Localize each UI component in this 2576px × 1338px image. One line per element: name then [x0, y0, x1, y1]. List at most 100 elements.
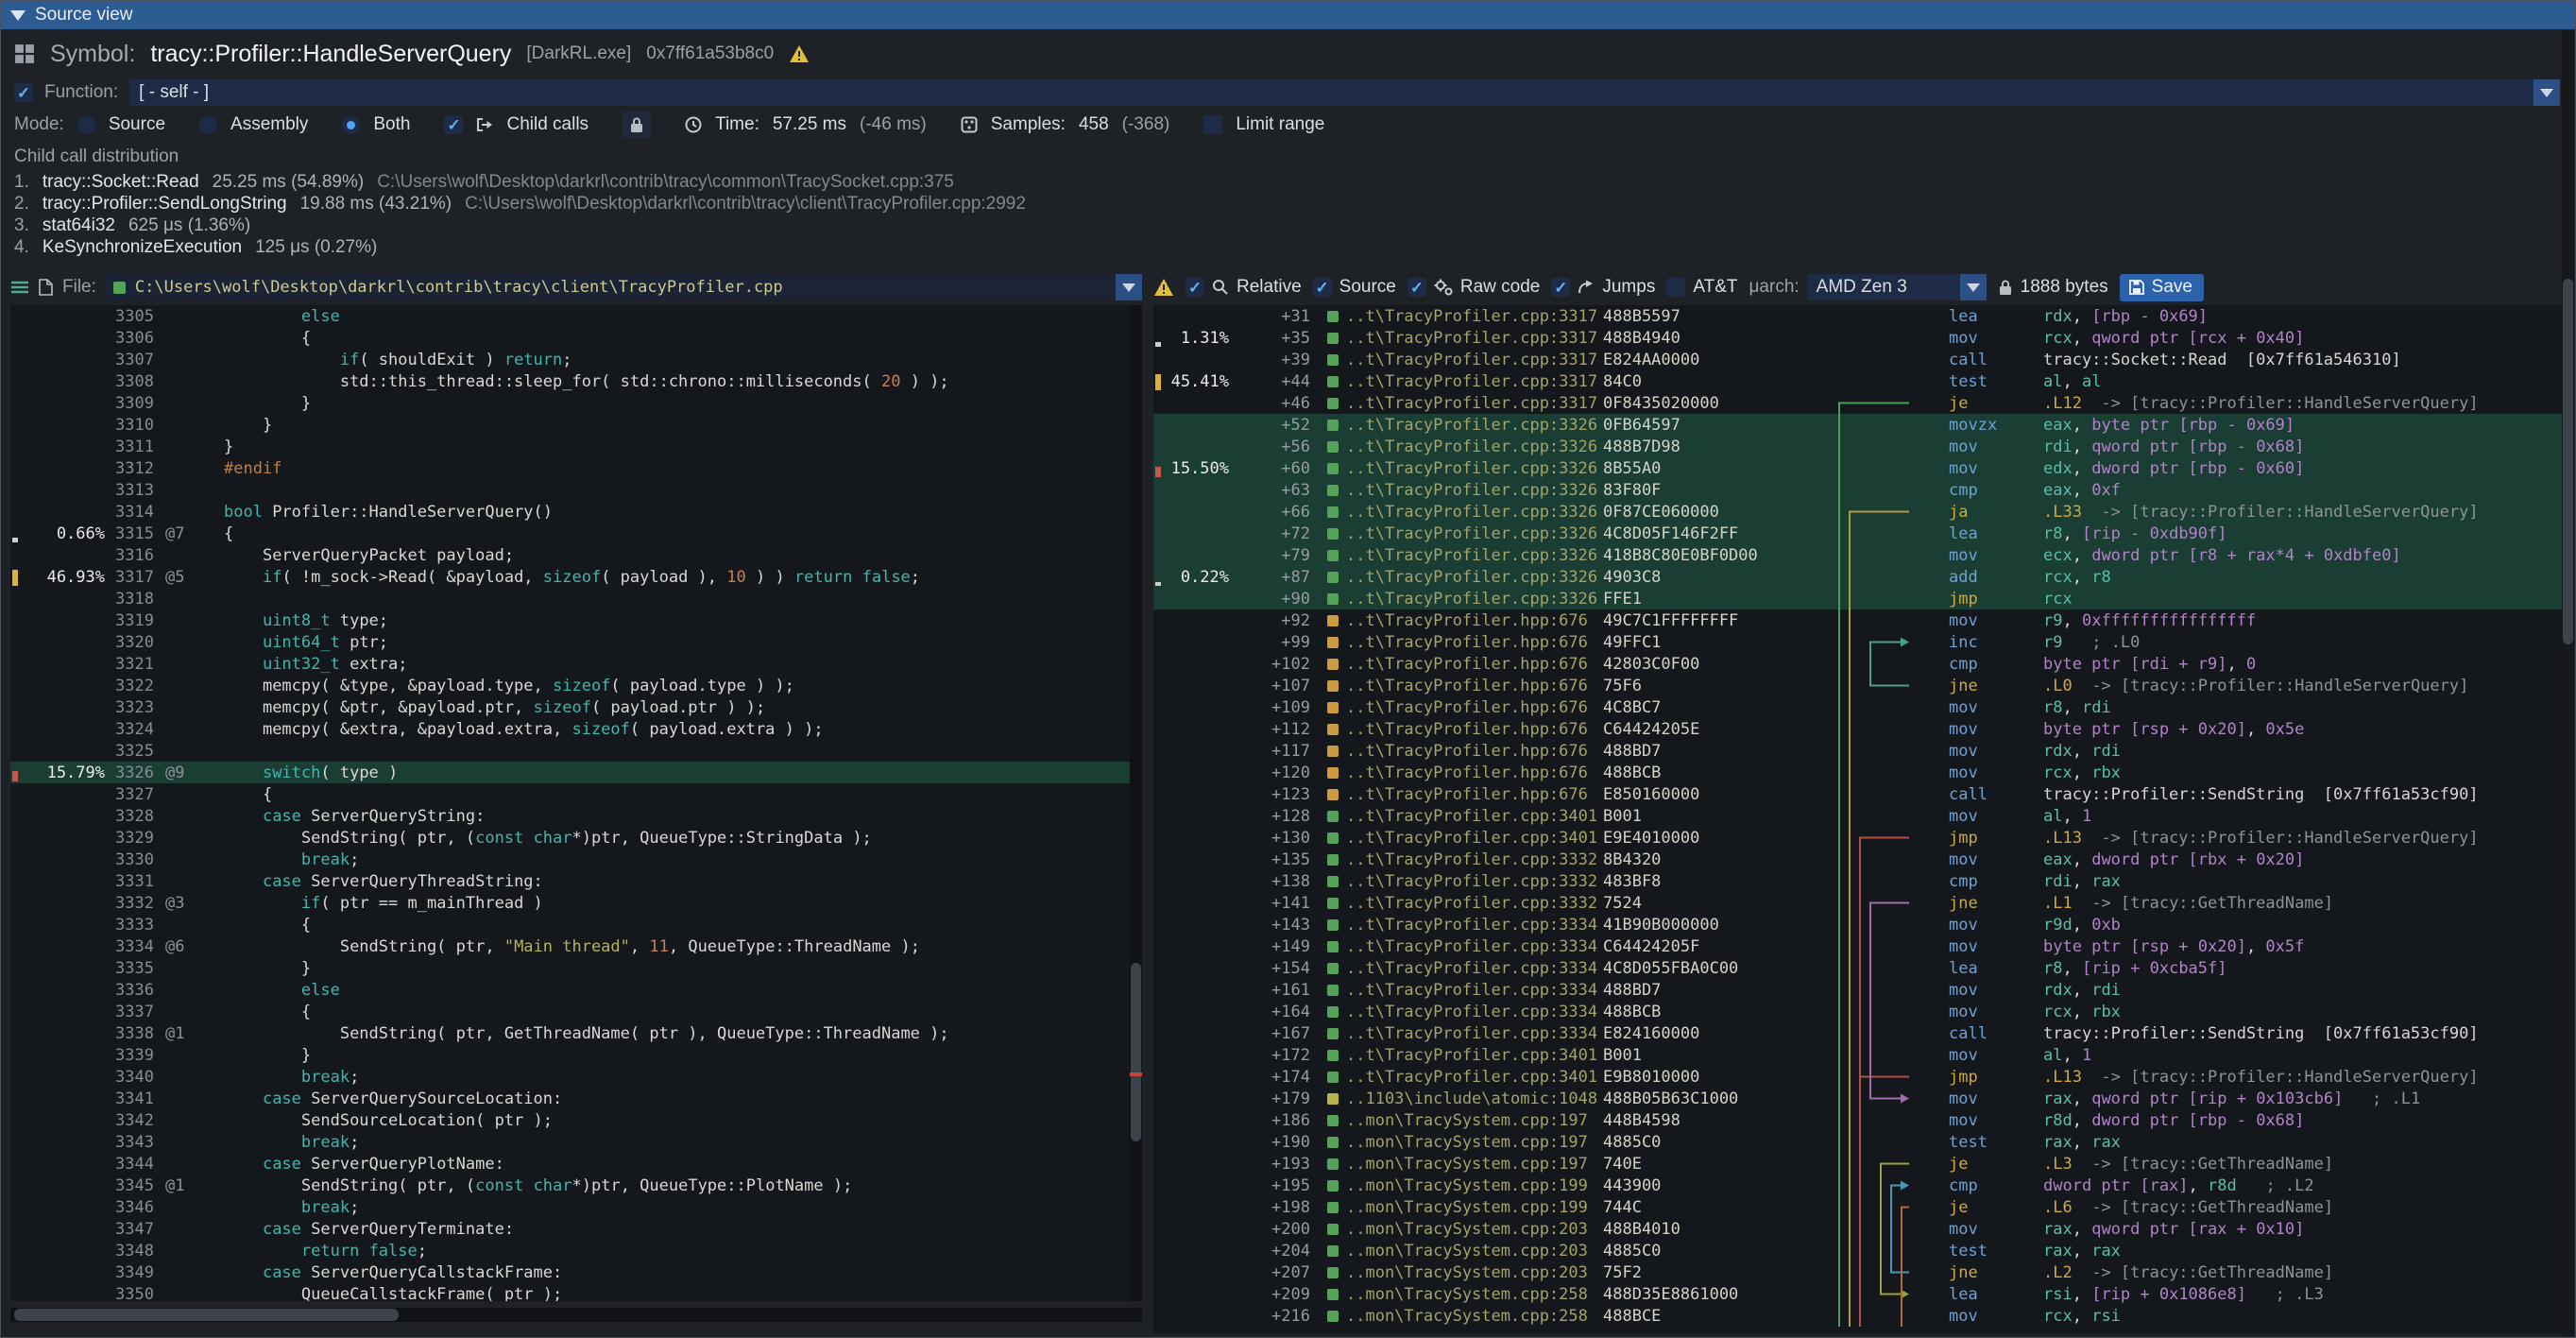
uarch-combo[interactable]: AMD Zen 3 [1807, 274, 1987, 300]
jumps-toggle[interactable]: Jumps [1551, 277, 1655, 298]
asm-row[interactable]: +128..t\TracyProfiler.cpp:3401B001moval,… [1153, 805, 2563, 827]
function-checkbox[interactable] [14, 83, 33, 102]
source-line[interactable]: 3318 [10, 588, 1142, 609]
source-line[interactable]: 3338@1 SendString( ptr, GetThreadName( p… [10, 1022, 1142, 1044]
asm-row[interactable]: +174..t\TracyProfiler.cpp:3401E9B8010000… [1153, 1066, 2563, 1088]
window-vscrollbar[interactable] [2562, 30, 2574, 1336]
radio-both-label[interactable]: Both [373, 114, 410, 135]
radio-source-label[interactable]: Source [109, 114, 165, 135]
source-line[interactable]: 3341 case ServerQuerySourceLocation: [10, 1088, 1142, 1109]
source-line[interactable]: 3308 std::this_thread::sleep_for( std::c… [10, 370, 1142, 392]
asm-row[interactable]: +90..t\TracyProfiler.cpp:3326FFE1jmprcx [1153, 588, 2563, 609]
att-checkbox[interactable] [1666, 278, 1685, 297]
source-line[interactable]: 3322 memcpy( &type, &payload.type, sizeo… [10, 675, 1142, 696]
source-line[interactable]: 3310 } [10, 414, 1142, 436]
asm-row[interactable]: 15.50%+60..t\TracyProfiler.cpp:33268B55A… [1153, 457, 2563, 479]
source-line[interactable]: 46.93%3317@5 if( !m_sock->Read( &payload… [10, 566, 1142, 588]
asm-row[interactable]: +204..mon\TracySystem.cpp:2034885C0testr… [1153, 1240, 2563, 1261]
source-line[interactable]: 3325 [10, 740, 1142, 762]
asm-row[interactable]: +161..t\TracyProfiler.cpp:3334488BD7movr… [1153, 979, 2563, 1001]
source-line[interactable]: 0.66%3315@7{ [10, 523, 1142, 544]
source-line[interactable]: 3305 else [10, 305, 1142, 327]
source-line[interactable]: 3350 QueueCallstackFrame( ptr ); [10, 1283, 1142, 1301]
asm-row[interactable]: +195..mon\TracySystem.cpp:199443900cmpdw… [1153, 1175, 2563, 1196]
radio-source[interactable] [77, 116, 95, 134]
function-combo[interactable]: [ - self - ] [129, 79, 2560, 106]
asm-row[interactable]: +143..t\TracyProfiler.cpp:333441B90B0000… [1153, 914, 2563, 935]
asm-row[interactable]: +109..t\TracyProfiler.hpp:6764C8BC7movr8… [1153, 696, 2563, 718]
source-line[interactable]: 3321 uint32_t extra; [10, 653, 1142, 675]
asm-row[interactable]: +209..mon\TracySystem.cpp:258488D35E8861… [1153, 1283, 2563, 1305]
raw-code-toggle[interactable]: Raw code [1407, 277, 1541, 298]
source-line[interactable]: 3333 { [10, 914, 1142, 935]
asm-row[interactable]: +99..t\TracyProfiler.hpp:67649FFC1incr9 … [1153, 631, 2563, 653]
child-call-entry[interactable]: 2.tracy::Profiler::SendLongString19.88 m… [14, 193, 2556, 214]
source-line[interactable]: 3340 break; [10, 1066, 1142, 1088]
source-line[interactable]: 3331 case ServerQueryThreadString: [10, 870, 1142, 892]
lock-button[interactable] [623, 112, 651, 138]
asm-row[interactable]: +92..t\TracyProfiler.hpp:67649C7C1FFFFFF… [1153, 609, 2563, 631]
asm-row[interactable]: +123..t\TracyProfiler.hpp:676E850160000c… [1153, 783, 2563, 805]
att-toggle[interactable]: AT&T [1666, 277, 1737, 298]
file-combo[interactable]: C:\Users\wolf\Desktop\darkrl\contrib\tra… [106, 274, 1142, 300]
save-button[interactable]: Save [2120, 274, 2204, 301]
relative-toggle[interactable]: Relative [1186, 277, 1302, 298]
source-line[interactable]: 3306 { [10, 327, 1142, 349]
asm-row[interactable]: +117..t\TracyProfiler.hpp:676488BD7movrd… [1153, 740, 2563, 762]
titlebar[interactable]: Source view [1, 1, 2575, 29]
asm-row[interactable]: +46..t\TracyProfiler.cpp:33170F843502000… [1153, 392, 2563, 414]
source-toggle[interactable]: Source [1313, 277, 1396, 298]
asm-row[interactable]: +164..t\TracyProfiler.cpp:3334488BCBmovr… [1153, 1001, 2563, 1022]
source-line[interactable]: 3324 memcpy( &extra, &payload.extra, siz… [10, 718, 1142, 740]
asm-row[interactable]: +102..t\TracyProfiler.hpp:67642803C0F00c… [1153, 653, 2563, 675]
source-vscrollbar[interactable] [1130, 305, 1142, 1301]
source-line[interactable]: 3307 if( shouldExit ) return; [10, 349, 1142, 370]
source-line[interactable]: 3330 break; [10, 849, 1142, 870]
asm-row[interactable]: +31..t\TracyProfiler.cpp:3317488B5597lea… [1153, 305, 2563, 327]
source-line[interactable]: 3319 uint8_t type; [10, 609, 1142, 631]
source-line[interactable]: 3311} [10, 436, 1142, 457]
source-line[interactable]: 3344 case ServerQueryPlotName: [10, 1153, 1142, 1175]
source-line[interactable]: 3329 SendString( ptr, (const char*)ptr, … [10, 827, 1142, 849]
radio-assembly-label[interactable]: Assembly [230, 114, 308, 135]
asm-row[interactable]: +216..mon\TracySystem.cpp:258488BCEmovrc… [1153, 1305, 2563, 1327]
source-line[interactable]: 3343 break; [10, 1131, 1142, 1153]
asm-row[interactable]: +39..t\TracyProfiler.cpp:3317E824AA0000c… [1153, 349, 2563, 370]
source-line[interactable]: 3309 } [10, 392, 1142, 414]
chevron-down-icon[interactable] [1116, 274, 1142, 300]
asm-row[interactable]: +72..t\TracyProfiler.cpp:33264C8D05F146F… [1153, 523, 2563, 544]
asm-row[interactable]: +130..t\TracyProfiler.cpp:3401E9E4010000… [1153, 827, 2563, 849]
asm-row[interactable]: +167..t\TracyProfiler.cpp:3334E824160000… [1153, 1022, 2563, 1044]
asm-row[interactable]: +135..t\TracyProfiler.cpp:33328B4320move… [1153, 849, 2563, 870]
source-hscroll-thumb[interactable] [14, 1309, 399, 1321]
source-line[interactable]: 3346 break; [10, 1196, 1142, 1218]
child-call-entry[interactable]: 3.stat64i32625 μs (1.36%) [14, 214, 2556, 236]
asm-row[interactable]: +56..t\TracyProfiler.cpp:3326488B7D98mov… [1153, 436, 2563, 457]
asm-row[interactable]: +138..t\TracyProfiler.cpp:3332483BF8cmpr… [1153, 870, 2563, 892]
jumps-checkbox[interactable] [1551, 278, 1570, 297]
source-line[interactable]: 3327 { [10, 783, 1142, 805]
asm-row[interactable]: +112..t\TracyProfiler.hpp:676C64424205Em… [1153, 718, 2563, 740]
asm-row[interactable]: +141..t\TracyProfiler.cpp:33327524jne.L1… [1153, 892, 2563, 914]
source-line[interactable]: 3342 SendSourceLocation( ptr ); [10, 1109, 1142, 1131]
child-calls-label[interactable]: Child calls [506, 114, 589, 135]
source-line[interactable]: 3316 ServerQueryPacket payload; [10, 544, 1142, 566]
asm-row[interactable]: +172..t\TracyProfiler.cpp:3401B001moval,… [1153, 1044, 2563, 1066]
chevron-down-icon[interactable] [1960, 274, 1987, 300]
source-line[interactable]: 3337 { [10, 1001, 1142, 1022]
asm-row[interactable]: +149..t\TracyProfiler.cpp:3334C64424205F… [1153, 935, 2563, 957]
source-line[interactable]: 15.79%3326@9 switch( type ) [10, 762, 1142, 783]
source-checkbox[interactable] [1313, 278, 1332, 297]
asm-row[interactable]: +198..mon\TracySystem.cpp:199744Cje.L6 -… [1153, 1196, 2563, 1218]
asm-row[interactable]: +107..t\TracyProfiler.hpp:67675F6jne.L0 … [1153, 675, 2563, 696]
child-call-entry[interactable]: 4.KeSynchronizeExecution125 μs (0.27%) [14, 236, 2556, 258]
source-line[interactable]: 3345@1 SendString( ptr, (const char*)ptr… [10, 1175, 1142, 1196]
asm-row[interactable]: +193..mon\TracySystem.cpp:197740Eje.L3 -… [1153, 1153, 2563, 1175]
source-line[interactable]: 3339 } [10, 1044, 1142, 1066]
asm-row[interactable]: +179..1103\include\atomic:1048488B05B63C… [1153, 1088, 2563, 1109]
limit-range-label[interactable]: Limit range [1236, 114, 1324, 135]
radio-assembly[interactable] [199, 116, 217, 134]
asm-row[interactable]: 0.22%+87..t\TracyProfiler.cpp:33264903C8… [1153, 566, 2563, 588]
raw-code-checkbox[interactable] [1407, 278, 1426, 297]
source-line[interactable]: 3328 case ServerQueryString: [10, 805, 1142, 827]
